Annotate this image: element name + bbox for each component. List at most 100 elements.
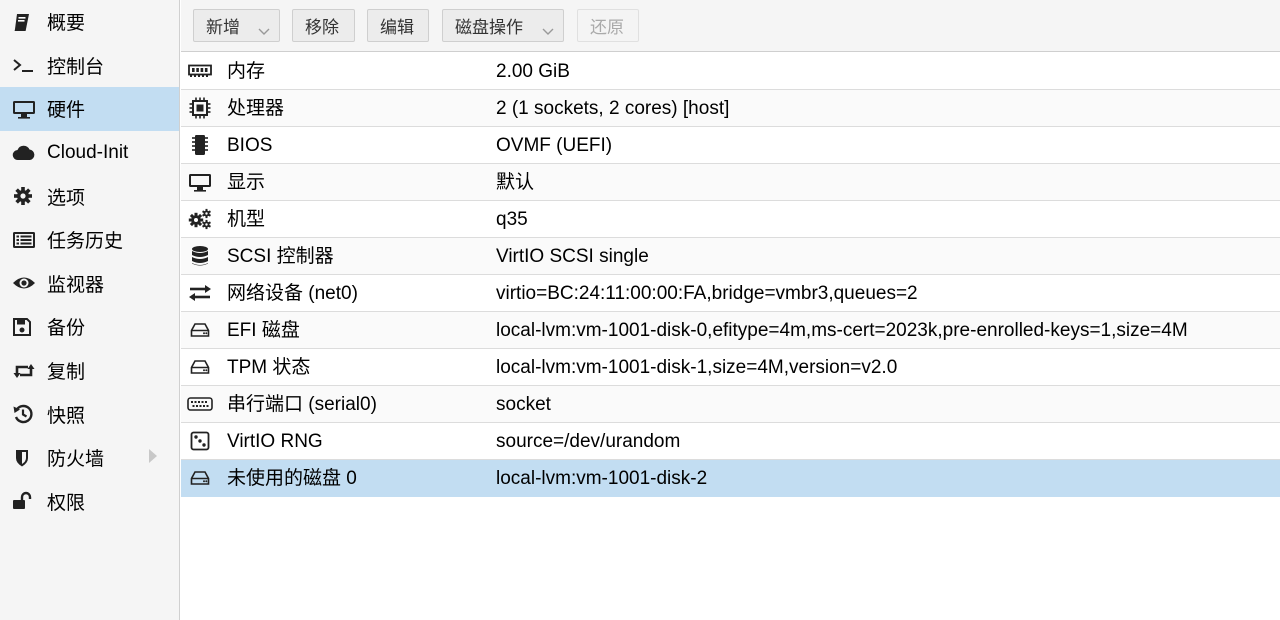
hardware-grid: 内存 2.00 GiB 处理器 2 (1 sockets, 2 cores) [… [181, 53, 1280, 497]
sidebar-item-label: 任务历史 [47, 231, 124, 253]
sidebar-item-hardware[interactable]: 硬件 [0, 87, 179, 131]
hardware-value: local-lvm:vm-1001-disk-1,size=4M,version… [496, 357, 898, 378]
hdd-icon [186, 312, 214, 348]
sidebar-item-options[interactable]: 选项 [0, 174, 179, 218]
hardware-name: BIOS [227, 135, 273, 156]
sidebar-item-label: 选项 [47, 187, 86, 209]
hardware-row-display[interactable]: 显示 默认 [181, 164, 1280, 201]
hardware-value: socket [496, 394, 551, 415]
keyboard-icon [186, 386, 214, 422]
sidebar-item-console[interactable]: 控制台 [0, 44, 179, 88]
edit-button-label: 编辑 [380, 18, 414, 37]
hdd-icon [186, 460, 214, 496]
gear-icon [12, 185, 36, 207]
chevron-down-icon [542, 21, 554, 41]
sidebar-item-cloud-init[interactable]: Cloud-Init [0, 131, 179, 175]
sidebar-item-label: 硬件 [47, 100, 86, 122]
sidebar-item-summary[interactable]: 概要 [0, 0, 179, 44]
hardware-name: EFI 磁盘 [227, 320, 300, 341]
sidebar-item-label: Cloud-Init [47, 141, 129, 163]
history-icon [12, 403, 36, 425]
hardware-value: source=/dev/urandom [496, 431, 681, 452]
hardware-name: 内存 [227, 61, 266, 82]
unlock-icon [12, 490, 36, 512]
book-icon [12, 11, 36, 33]
hardware-name: 机型 [227, 209, 266, 230]
hardware-row-serial-port[interactable]: 串行端口 (serial0) socket [181, 386, 1280, 423]
hardware-row-tpm-state[interactable]: TPM 状态 local-lvm:vm-1001-disk-1,size=4M,… [181, 349, 1280, 386]
sidebar-item-permissions[interactable]: 权限 [0, 480, 179, 524]
disk-action-button[interactable]: 磁盘操作 [442, 9, 564, 42]
hardware-row-unused-disk[interactable]: 未使用的磁盘 0 local-lvm:vm-1001-disk-2 [181, 460, 1280, 497]
hardware-value: local-lvm:vm-1001-disk-2 [496, 468, 708, 489]
expand-arrow-icon[interactable] [149, 447, 157, 469]
sidebar-item-backup[interactable]: 备份 [0, 305, 179, 349]
hardware-value: 2 (1 sockets, 2 cores) [host] [496, 98, 730, 119]
hardware-value: 2.00 GiB [496, 61, 570, 82]
sidebar-item-label: 控制台 [47, 56, 105, 78]
hardware-row-processor[interactable]: 处理器 2 (1 sockets, 2 cores) [host] [181, 90, 1280, 127]
hardware-value: OVMF (UEFI) [496, 135, 613, 156]
hardware-row-virtio-rng[interactable]: VirtIO RNG source=/dev/urandom [181, 423, 1280, 460]
microchip-icon [186, 127, 214, 163]
hardware-row-memory[interactable]: 内存 2.00 GiB [181, 53, 1280, 90]
hardware-name: 处理器 [227, 98, 285, 119]
sidebar-item-snapshots[interactable]: 快照 [0, 392, 179, 436]
sidebar-item-label: 备份 [47, 318, 86, 340]
sidebar: 概要 控制台 硬件 Cloud-Init 选项 任务历史 监视器 备份 复制 快… [0, 0, 180, 620]
sidebar-item-label: 快照 [47, 405, 86, 427]
cogs-icon [186, 201, 214, 237]
hdd-icon [186, 349, 214, 385]
eye-icon [12, 272, 36, 294]
hardware-row-machine[interactable]: 机型 q35 [181, 201, 1280, 238]
hardware-row-bios[interactable]: BIOS OVMF (UEFI) [181, 127, 1280, 164]
sidebar-item-task-history[interactable]: 任务历史 [0, 218, 179, 262]
remove-button[interactable]: 移除 [292, 9, 355, 42]
terminal-icon [12, 54, 36, 76]
cloud-icon [12, 142, 36, 164]
hardware-row-scsi-controller[interactable]: SCSI 控制器 VirtIO SCSI single [181, 238, 1280, 275]
sidebar-item-label: 复制 [47, 362, 86, 384]
revert-button-label: 还原 [590, 18, 624, 37]
sidebar-item-firewall[interactable]: 防火墙 [0, 436, 179, 480]
hardware-value: q35 [496, 209, 528, 230]
edit-button[interactable]: 编辑 [367, 9, 429, 42]
memory-icon [186, 53, 214, 89]
hardware-name: SCSI 控制器 [227, 246, 334, 267]
sidebar-item-label: 权限 [47, 492, 86, 514]
hardware-name: 显示 [227, 172, 266, 193]
hardware-name: 未使用的磁盘 0 [227, 468, 357, 489]
hardware-value: VirtIO SCSI single [496, 246, 649, 267]
retweet-icon [12, 360, 36, 382]
cpu-icon [186, 90, 214, 126]
sidebar-item-replication[interactable]: 复制 [0, 349, 179, 393]
hardware-value: virtio=BC:24:11:00:00:FA,bridge=vmbr3,qu… [496, 283, 918, 304]
disk-action-button-label: 磁盘操作 [455, 18, 523, 37]
hardware-name: 网络设备 (net0) [227, 283, 358, 304]
remove-button-label: 移除 [305, 18, 339, 37]
hardware-name: 串行端口 (serial0) [227, 394, 377, 415]
hardware-name: TPM 状态 [227, 357, 311, 378]
sidebar-item-monitor[interactable]: 监视器 [0, 262, 179, 306]
hardware-row-efi-disk[interactable]: EFI 磁盘 local-lvm:vm-1001-disk-0,efitype=… [181, 312, 1280, 349]
hardware-value: 默认 [496, 172, 535, 193]
add-button-label: 新增 [206, 18, 240, 37]
revert-button[interactable]: 还原 [577, 9, 639, 42]
desktop-icon [12, 98, 36, 120]
dice-icon [186, 423, 214, 459]
sidebar-item-label: 监视器 [47, 274, 105, 296]
shield-icon [12, 447, 36, 469]
hardware-name: VirtIO RNG [227, 431, 323, 452]
toolbar: 新增 移除 编辑 磁盘操作 还原 [181, 0, 1280, 52]
database-icon [186, 238, 214, 274]
exchange-icon [186, 275, 214, 311]
save-icon [12, 316, 36, 338]
hardware-row-network[interactable]: 网络设备 (net0) virtio=BC:24:11:00:00:FA,bri… [181, 275, 1280, 312]
add-button[interactable]: 新增 [193, 9, 280, 42]
sidebar-item-label: 防火墙 [47, 449, 105, 471]
chevron-down-icon [258, 21, 270, 41]
list-icon [12, 229, 36, 251]
desktop-icon [186, 164, 214, 200]
sidebar-item-label: 概要 [47, 13, 86, 35]
hardware-value: local-lvm:vm-1001-disk-0,efitype=4m,ms-c… [496, 320, 1188, 341]
